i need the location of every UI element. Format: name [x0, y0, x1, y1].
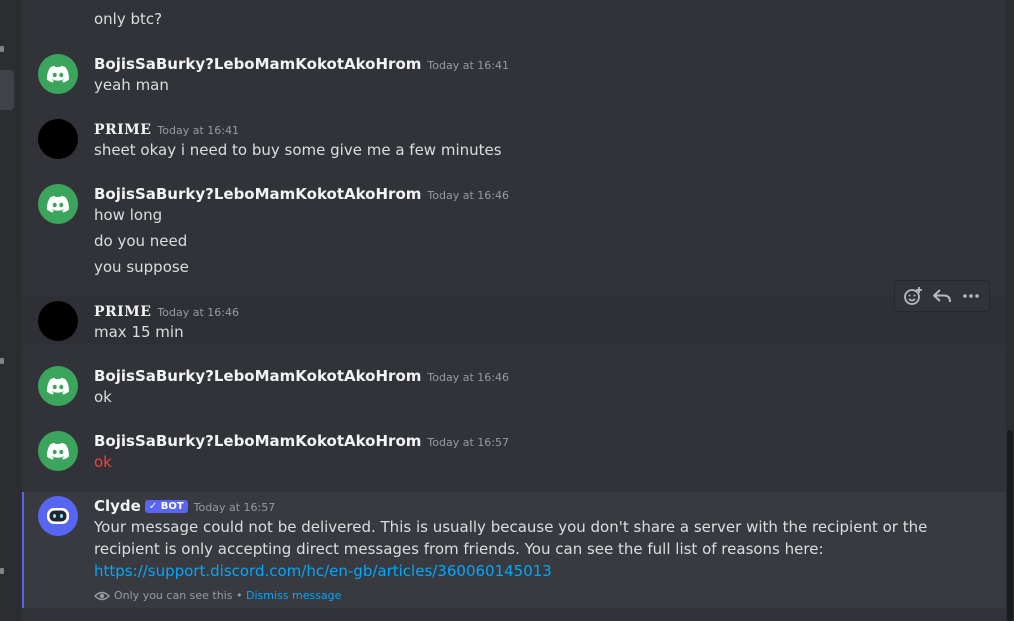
username[interactable]: BojisSaBurky?LeboMamKokotAkoHrom — [94, 367, 421, 385]
message-list: only btc? BojisSaBurky?LeboMamKokotAkoHr… — [22, 0, 1014, 621]
message-action-toolbar — [894, 280, 990, 312]
message-header: BojisSaBurky?LeboMamKokotAkoHrom Today at… — [94, 366, 509, 385]
avatar[interactable] — [38, 119, 78, 159]
username[interactable]: BojisSaBurky?LeboMamKokotAkoHrom — [94, 432, 421, 450]
message-content: sheet okay i need to buy some give me a … — [94, 141, 502, 159]
failed-message-content: ok — [94, 453, 112, 471]
message-header: Clyde ✓ BOT Today at 16:57 — [94, 496, 275, 515]
message-content: only btc? — [94, 10, 163, 28]
sidebar-tick — [0, 568, 4, 574]
avatar[interactable] — [38, 184, 78, 224]
only-you-text: Only you can see this — [114, 589, 233, 602]
more-options-button[interactable] — [957, 282, 985, 310]
bot-badge: ✓ BOT — [144, 500, 188, 513]
selected-channel-indicator[interactable] — [0, 70, 14, 110]
discord-logo-icon — [47, 65, 69, 83]
username[interactable]: PRIME — [94, 122, 151, 138]
clyde-message-text: Your message could not be delivered. Thi… — [94, 518, 928, 558]
message-content: ok — [94, 388, 112, 406]
avatar[interactable] — [38, 54, 78, 94]
sidebar-tick — [0, 46, 4, 52]
message-content: yeah man — [94, 76, 169, 94]
message-content: max 15 min — [94, 323, 184, 341]
avatar[interactable] — [38, 431, 78, 471]
timestamp[interactable]: Today at 16:57 — [194, 501, 276, 514]
timestamp[interactable]: Today at 16:41 — [427, 59, 509, 72]
timestamp[interactable]: Today at 16:41 — [157, 124, 239, 137]
discord-logo-icon — [47, 377, 69, 395]
username[interactable]: BojisSaBurky?LeboMamKokotAkoHrom — [94, 185, 421, 203]
reply-icon — [932, 289, 951, 303]
avatar[interactable] — [38, 301, 78, 341]
message-header: BojisSaBurky?LeboMamKokotAkoHrom Today at… — [94, 431, 509, 450]
reply-button[interactable] — [928, 282, 956, 310]
timestamp[interactable]: Today at 16:46 — [427, 371, 509, 384]
more-icon — [962, 294, 979, 298]
avatar[interactable] — [38, 366, 78, 406]
message-content: you suppose — [94, 258, 189, 276]
username[interactable]: Clyde — [94, 497, 141, 515]
sidebar-tick — [0, 358, 4, 364]
username[interactable]: PRIME — [94, 304, 151, 320]
message-header: PRIME Today at 16:41 — [94, 119, 239, 138]
scrollbar-thumb[interactable] — [1007, 430, 1013, 621]
message-content: how long — [94, 206, 163, 224]
add-reaction-button[interactable] — [899, 282, 927, 310]
ephemeral-notice: Only you can see this • Dismiss message — [94, 589, 341, 602]
add-reaction-icon — [904, 287, 923, 305]
clyde-avatar[interactable] — [38, 496, 78, 536]
clyde-bot-icon — [47, 508, 69, 524]
timestamp[interactable]: Today at 16:57 — [427, 436, 509, 449]
bottom-spacer — [22, 608, 1006, 621]
support-link[interactable]: https://support.discord.com/hc/en-gb/art… — [94, 562, 552, 580]
separator-dot: • — [236, 589, 243, 602]
discord-logo-icon — [47, 442, 69, 460]
timestamp[interactable]: Today at 16:46 — [157, 306, 239, 319]
username[interactable]: BojisSaBurky?LeboMamKokotAkoHrom — [94, 55, 421, 73]
message-header: PRIME Today at 16:46 — [94, 301, 239, 320]
dismiss-message-link[interactable]: Dismiss message — [246, 589, 341, 602]
scrollbar-track[interactable] — [1006, 0, 1014, 621]
eye-icon — [94, 591, 110, 601]
clyde-message-content: Your message could not be delivered. Thi… — [94, 516, 974, 582]
message-header: BojisSaBurky?LeboMamKokotAkoHrom Today at… — [94, 54, 509, 73]
timestamp[interactable]: Today at 16:46 — [427, 189, 509, 202]
bot-badge-label: BOT — [160, 501, 184, 512]
left-sidebar-edge — [0, 0, 22, 621]
message-content: do you need — [94, 232, 188, 250]
message-header: BojisSaBurky?LeboMamKokotAkoHrom Today at… — [94, 184, 509, 203]
discord-logo-icon — [47, 195, 69, 213]
